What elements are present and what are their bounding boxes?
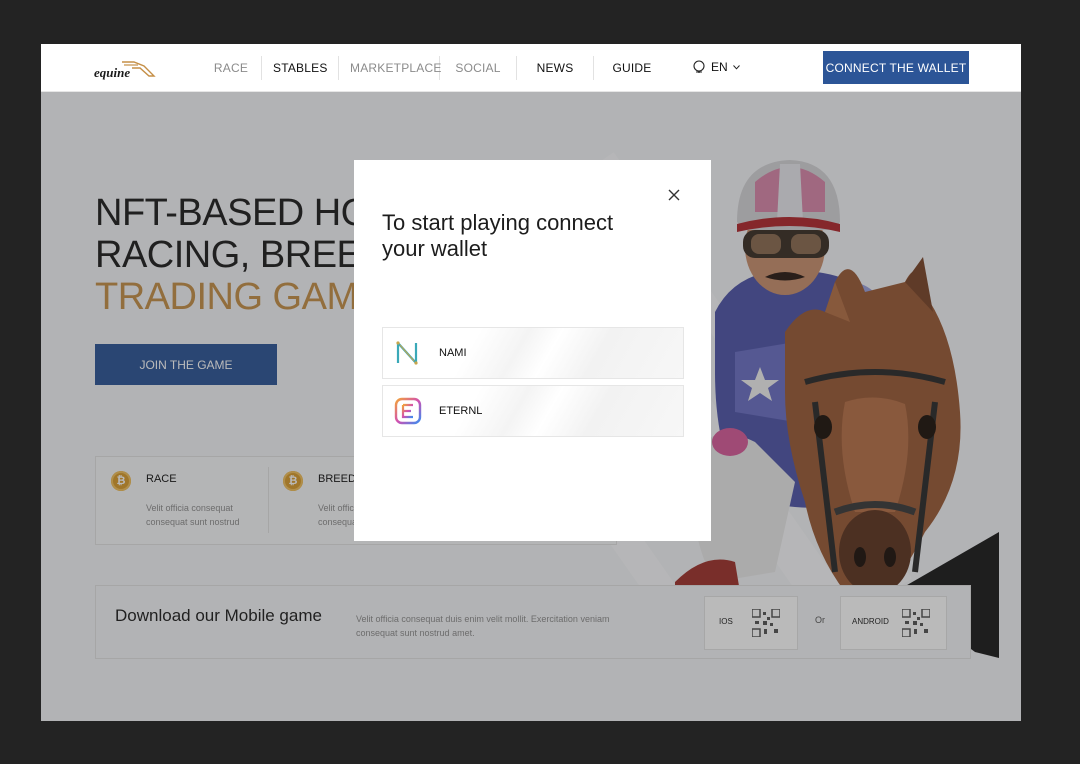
language-code: EN [711, 60, 728, 74]
nav-stables[interactable]: STABLES [262, 55, 339, 80]
nav-guide[interactable]: GUIDE [594, 56, 670, 80]
connect-wallet-modal: To start playing connect your wallet NAM… [354, 160, 711, 541]
top-nav-bar: equine RACE STABLES MARKETPLACE SOCIAL N… [41, 44, 1021, 92]
nav-race[interactable]: RACE [201, 55, 262, 80]
nav-marketplace[interactable]: MARKETPLACE [339, 55, 441, 80]
eternl-icon [394, 397, 422, 425]
language-selector[interactable]: EN [692, 60, 740, 74]
wallet-option-nami[interactable]: NAMI [382, 327, 684, 379]
main-nav: RACE STABLES MARKETPLACE SOCIAL NEWS GUI… [201, 44, 670, 91]
nav-news[interactable]: NEWS [517, 55, 594, 80]
globe-icon [693, 60, 705, 73]
nami-icon [396, 341, 418, 365]
chevron-down-icon [732, 64, 740, 70]
connect-wallet-button[interactable]: CONNECT THE WALLET [823, 51, 969, 84]
nav-social[interactable]: SOCIAL [440, 55, 517, 80]
wallet-option-eternl[interactable]: ETERNL [382, 385, 684, 437]
wallet-label: NAMI [439, 347, 467, 359]
logo-text: equine [94, 65, 131, 80]
modal-title: To start playing connect your wallet [382, 210, 614, 261]
equine-logo[interactable]: equine [94, 56, 156, 80]
wallet-label: ETERNL [439, 405, 483, 417]
close-icon[interactable] [667, 188, 681, 202]
